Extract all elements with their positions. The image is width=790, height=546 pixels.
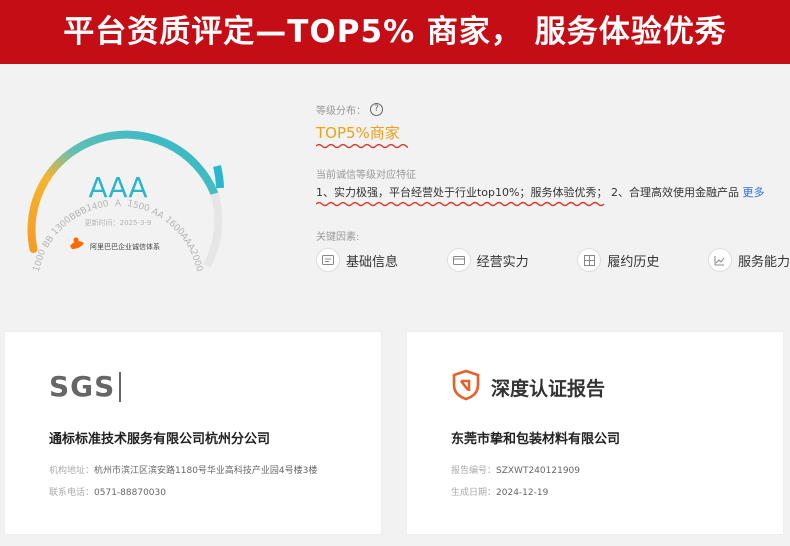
gauge-system-name: 阿里巴巴企业诚信体系	[90, 242, 160, 251]
feature-text: 1、实力极强，平台经营处于行业top10%；服务体验优秀； 2、合理高效使用金融…	[316, 184, 764, 207]
key-factors-label: 关键因素:	[316, 232, 360, 243]
help-icon[interactable]: ?	[370, 103, 383, 116]
key-factors: 基础信息 经营实力 履约历史 服务能力	[316, 248, 790, 272]
gauge-update-date: 2025-3-9	[120, 219, 152, 227]
top-banner: 平台资质评定—TOP5% 商家， 服务体验优秀	[0, 0, 790, 64]
gauge-arc-rest	[203, 192, 223, 268]
sgs-address: 机构地址：杭州市滨江区滨安路1180号华业高科技产业园4号楼3楼	[49, 466, 318, 476]
sgs-logo-row: SGS	[49, 370, 122, 404]
credit-info: 等级分布： ? TOP5%商家 当前诚信等级对应特征 1、实力极强，平台经营处于…	[316, 102, 790, 272]
alibaba-logo-icon	[70, 237, 84, 249]
factor-performance-history[interactable]: 履约历史	[577, 248, 659, 272]
more-link[interactable]: 更多	[742, 186, 764, 199]
feature-label: 当前诚信等级对应特征	[316, 170, 416, 181]
sgs-company-name: 通标标准技术服务有限公司杭州分公司	[49, 432, 271, 447]
feature-underline	[316, 201, 605, 207]
sgs-logo: SGS	[49, 372, 122, 402]
gauge-grade: AAA	[88, 171, 147, 204]
level-value: TOP5%商家	[316, 122, 408, 149]
cert-company-name: 东莞市挚和包装材料有限公司	[451, 432, 621, 447]
svg-text:更新时间：2025-3-9: 更新时间：2025-3-9	[85, 218, 152, 227]
trend-icon	[707, 248, 732, 272]
gauge-svg: 1000BB1300BBB1400 A 1500AA1600AAA2000 AAA …	[27, 130, 224, 273]
certification-card: 深度认证报告 东莞市挚和包装材料有限公司 报告编号：SZXWT240121909…	[406, 331, 784, 535]
gauge-scale-label: BB	[41, 234, 56, 250]
grid-icon	[577, 248, 602, 272]
factor-business-strength[interactable]: 经营实力	[446, 248, 529, 272]
factor-basic-info[interactable]: 基础信息	[316, 248, 398, 272]
gauge-scale-label: 2000	[188, 248, 205, 272]
wallet-icon	[446, 248, 471, 272]
cert-report-number: 报告编号：SZXWT240121909	[451, 466, 580, 476]
gauge-update-label: 更新时间：	[85, 218, 120, 227]
level-underline	[316, 143, 408, 149]
shield-check-icon	[451, 369, 481, 405]
level-label-row: 等级分布： ?	[316, 102, 790, 117]
sgs-card: SGS 通标标准技术服务有限公司杭州分公司 机构地址：杭州市滨江区滨安路1180…	[4, 331, 382, 535]
cert-title-row: 深度认证报告	[451, 369, 606, 405]
level-label: 等级分布：	[316, 106, 366, 117]
cert-title: 深度认证报告	[491, 377, 606, 400]
id-card-icon	[316, 248, 340, 272]
credit-gauge: 1000 BB 1300 BBB 1400 A 1500 AA 1600 AAA 2000 AAA …	[0, 96, 240, 273]
factor-service-capability[interactable]: 服务能力	[707, 248, 790, 272]
sgs-phone: 联系电话：0571-88870030	[49, 488, 166, 498]
cert-date: 生成日期：2024-12-19	[451, 488, 549, 498]
